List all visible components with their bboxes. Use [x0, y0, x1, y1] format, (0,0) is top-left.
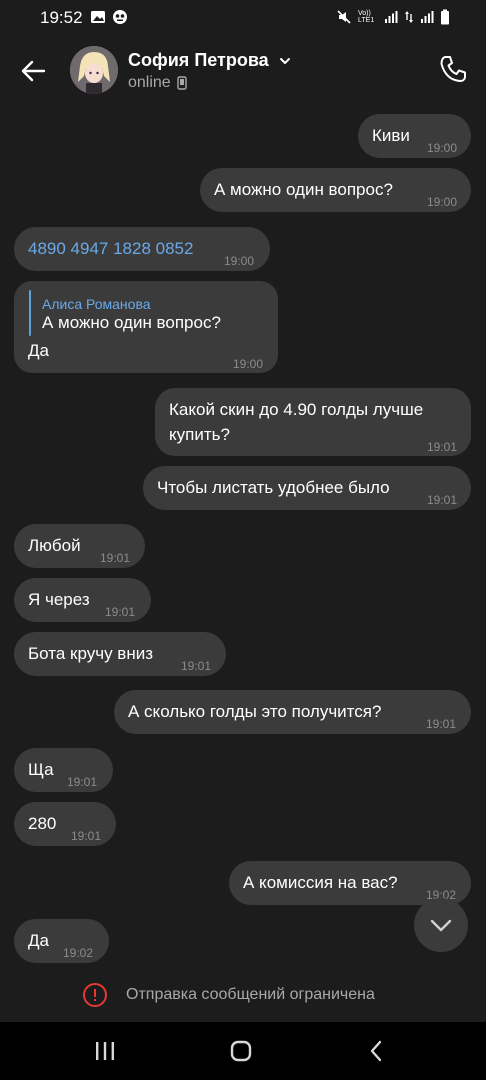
status-time: 19:52: [40, 8, 83, 27]
message-bubble-outgoing[interactable]: Киви 19:00: [358, 114, 471, 158]
message-bubble-outgoing[interactable]: А можно один вопрос? 19:00: [200, 168, 471, 212]
message-bubble-incoming[interactable]: Да 19:02: [14, 919, 109, 963]
volte-icon: Vo)) LTE1: [358, 10, 375, 24]
mobile-device-icon: [177, 76, 187, 90]
home-icon[interactable]: [230, 1040, 252, 1062]
message-time: 19:01: [100, 551, 131, 565]
message-bubble-incoming[interactable]: 4890 4947 1828 0852 19:00: [14, 227, 270, 271]
contact-name[interactable]: София Петрова: [128, 50, 269, 71]
chat-header: София Петрова online: [0, 36, 486, 108]
message-time: 19:00: [224, 254, 255, 268]
message-bubble-incoming[interactable]: Я через 19:01: [14, 578, 151, 622]
message-text: Чтобы листать удобнее было: [157, 478, 390, 497]
avatar[interactable]: [70, 46, 118, 94]
message-time: 19:01: [105, 605, 136, 619]
data-icon: [405, 11, 413, 23]
restriction-text: Отправка сообщений ограничена: [126, 986, 375, 1003]
status-bar: 19:52 Vo)) LTE1: [0, 0, 486, 36]
message-text: Ща: [28, 760, 54, 779]
message-text: Да: [28, 931, 49, 950]
message-bubble-outgoing[interactable]: А сколько голды это получится? 19:01: [114, 690, 471, 734]
image-icon: [91, 11, 105, 23]
reply-bar: [29, 290, 31, 336]
online-label: online: [128, 74, 171, 91]
card-number-link[interactable]: 4890 4947 1828 0852: [28, 237, 193, 261]
battery-icon: [441, 9, 449, 25]
message-bubble-outgoing[interactable]: Какой скин до 4.90 голды лучше купить? 1…: [155, 388, 471, 456]
message-text: А можно один вопрос?: [214, 180, 393, 199]
message-time: 19:01: [426, 717, 457, 731]
message-text: Любой: [28, 536, 81, 555]
message-text: Да: [28, 341, 49, 360]
message-text-line2: купить?: [169, 425, 230, 444]
message-time: 19:00: [233, 357, 264, 371]
message-text: Бота кручу вниз: [28, 644, 154, 663]
message-text: Я через: [28, 590, 90, 609]
message-text-line1: Какой скин до 4.90 голды лучше: [169, 400, 424, 419]
system-nav-bar: [0, 1022, 486, 1080]
message-time: 19:01: [427, 440, 458, 454]
phone-icon[interactable]: [436, 52, 470, 86]
arrow-left-icon[interactable]: [16, 54, 50, 88]
message-bubble-incoming-reply[interactable]: Алиса Романова А можно один вопрос? Да 1…: [14, 281, 278, 373]
signal-icon: [385, 11, 398, 23]
notification-app-icon: [113, 10, 127, 24]
chevron-down-icon[interactable]: [278, 54, 292, 68]
messaging-restricted-banner: Отправка сообщений ограничена: [0, 970, 486, 1022]
message-text: 280: [28, 814, 57, 833]
message-bubble-incoming[interactable]: 280 19:01: [14, 802, 116, 846]
message-text: А сколько голды это получится?: [128, 702, 382, 721]
mute-icon: [337, 10, 351, 24]
reply-quote-text[interactable]: А можно один вопрос?: [42, 311, 221, 335]
message-bubble-incoming[interactable]: Ща 19:01: [14, 748, 113, 792]
scroll-down-button[interactable]: [414, 898, 468, 952]
message-bubble-incoming[interactable]: Бота кручу вниз 19:01: [14, 632, 226, 676]
nav-back-icon[interactable]: [366, 1040, 388, 1062]
message-text: А комиссия на вас?: [243, 873, 398, 892]
message-bubble-outgoing[interactable]: Чтобы листать удобнее было 19:01: [143, 466, 471, 510]
message-text: Киви: [372, 126, 410, 145]
message-time: 19:00: [427, 141, 458, 155]
message-time: 19:02: [63, 946, 94, 960]
message-bubble-incoming[interactable]: Любой 19:01: [14, 524, 145, 568]
message-time: 19:01: [67, 775, 98, 789]
signal-icon-2: [421, 11, 434, 23]
contact-status: online: [128, 74, 187, 92]
recent-apps-icon[interactable]: [94, 1040, 116, 1062]
chevron-down-icon: [430, 919, 452, 932]
alert-circle-icon: [83, 983, 107, 1007]
message-time: 19:00: [427, 195, 458, 209]
message-time: 19:01: [181, 659, 212, 673]
message-time: 19:01: [71, 829, 102, 843]
message-time: 19:01: [427, 493, 458, 507]
